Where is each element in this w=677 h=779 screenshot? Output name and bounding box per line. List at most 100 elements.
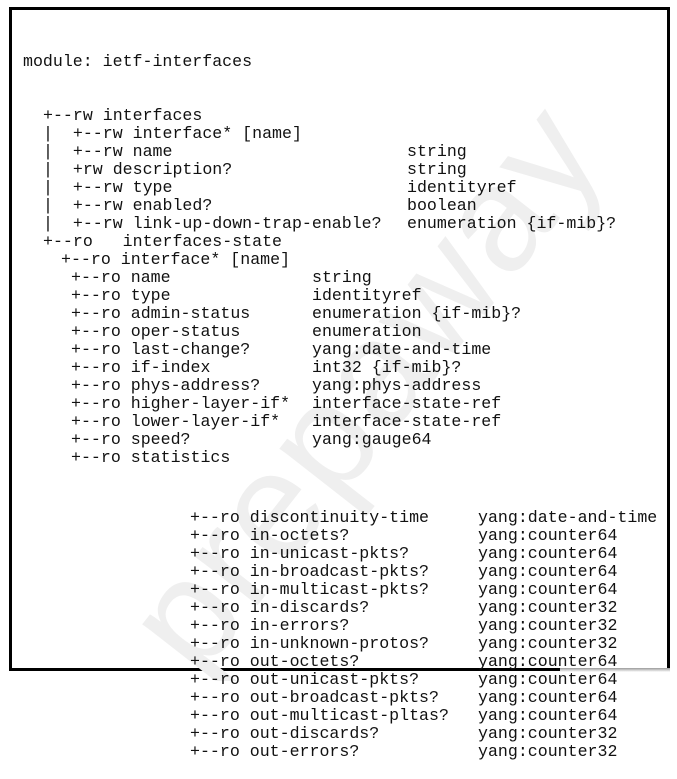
node-type: yang:counter32 [478, 598, 618, 617]
tree-row: +--ro out-multicast-pltas? yang:counter64 [23, 707, 617, 725]
tree-row: | +--rw interface* [name] [23, 125, 302, 143]
node-type: yang:counter64 [478, 526, 618, 545]
tree-row: | +rw description? string [23, 161, 467, 179]
node-name: +--ro in-broadcast-pkts? [190, 562, 429, 581]
node-type: interface-state-ref [312, 394, 502, 413]
node-name: +--ro speed? [71, 430, 191, 449]
node-name: +--ro in-discards? [190, 598, 370, 617]
tree-row: +--ro in-multicast-pkts? yang:counter64 [23, 581, 617, 599]
node-name: +--ro out-discards? [190, 724, 380, 743]
node-name: +--ro in-multicast-pkts? [190, 580, 429, 599]
tree-row: | +--rw name string [23, 143, 467, 161]
node-name: +--ro out-octets? [190, 652, 360, 671]
tree-row: +--ro type identityref [23, 287, 422, 305]
tree-row: +--ro interfaces-state [23, 233, 282, 251]
tree-row: +--ro in-errors? yang:counter32 [23, 617, 617, 635]
node-name: +--ro in-errors? [190, 616, 350, 635]
node-type: yang:gauge64 [312, 430, 432, 449]
config-tree: +--rw interfaces | +--rw interface* [name… [23, 107, 616, 467]
node-name: +--ro interface* [name] [61, 250, 291, 269]
node-type: yang:counter32 [478, 724, 618, 743]
tree-row: +--ro out-unicast-pkts? yang:counter64 [23, 671, 617, 689]
node-name: +--ro last-change? [71, 340, 251, 359]
tree-row: +--ro phys-address? yang:phys-address [23, 377, 481, 395]
node-name: +--ro in-unicast-pkts? [190, 544, 410, 563]
node-type: yang:counter64 [478, 670, 618, 689]
node-name: +--ro higher-layer-if* [71, 394, 291, 413]
node-name: +--ro name [71, 268, 171, 287]
tree-row: +--ro oper-status enumeration [23, 323, 422, 341]
module-header-text: module: ietf-interfaces [23, 52, 253, 71]
node-name: | +rw description? [43, 160, 233, 179]
tree-row: | +--rw type identityref [23, 179, 517, 197]
tree-row: +--ro discontinuity-time yang:date-and-ti… [23, 509, 657, 527]
tree-row: +--ro statistics [23, 449, 230, 467]
node-type: enumeration {if-mib}? [407, 214, 617, 233]
node-name: +--ro in-unknown-protos? [190, 634, 429, 653]
node-name: +--ro out-multicast-pltas? [190, 706, 449, 725]
statistics-tree: +--ro discontinuity-time yang:date-and-ti… [23, 509, 657, 761]
node-name: +--ro lower-layer-if* [71, 412, 281, 431]
node-name: +--ro in-octets? [190, 526, 350, 545]
tree-row: +--ro lower-layer-if* interface-state-ref [23, 413, 501, 431]
yang-tree: module: ietf-interfaces +--rw interfaces… [23, 17, 657, 779]
node-type: identityref [407, 178, 517, 197]
module-header: module: ietf-interfaces [23, 53, 252, 71]
node-type: yang:counter32 [478, 742, 618, 761]
tree-row: +--ro out-errors? yang:counter32 [23, 743, 617, 761]
node-type: string [407, 142, 467, 161]
node-type: yang:counter32 [478, 634, 618, 653]
node-type: yang:date-and-time [478, 508, 658, 527]
tree-row: +--ro last-change? yang:date-and-time [23, 341, 491, 359]
node-name: | +--rw link-up-down-trap-enable? [43, 214, 382, 233]
tree-row: +--ro name string [23, 269, 372, 287]
node-type: yang:counter64 [478, 580, 618, 599]
tree-row: +--ro in-octets? yang:counter64 [23, 527, 617, 545]
node-type: yang:counter64 [478, 562, 618, 581]
node-name: | +--rw interface* [name] [43, 124, 302, 143]
node-name: +--ro admin-status [71, 304, 251, 323]
node-type: yang:counter32 [478, 616, 618, 635]
tree-row: +--ro out-octets? yang:counter64 [23, 653, 617, 671]
tree-row: +--ro in-broadcast-pkts? yang:counter64 [23, 563, 617, 581]
node-name: +--ro oper-status [71, 322, 241, 341]
tree-row: +--ro in-unicast-pkts? yang:counter64 [23, 545, 617, 563]
tree-row: +--ro out-discards? yang:counter32 [23, 725, 617, 743]
node-type: identityref [312, 286, 422, 305]
node-name: | +--rw type [43, 178, 173, 197]
node-name: | +--rw name [43, 142, 173, 161]
node-name: +--ro discontinuity-time [190, 508, 429, 527]
node-type: string [312, 268, 372, 287]
tree-row: +--ro in-unknown-protos? yang:counter32 [23, 635, 617, 653]
node-type: string [407, 160, 467, 179]
node-type: boolean [407, 196, 477, 215]
node-name: +--ro type [71, 286, 171, 305]
tree-row: +--ro if-index int32 {if-mib}? [23, 359, 461, 377]
node-name: +--rw interfaces [43, 106, 203, 125]
tree-row: +--rw interfaces [23, 107, 202, 125]
node-name: | +--rw enabled? [43, 196, 213, 215]
node-type: yang:counter64 [478, 652, 618, 671]
tree-row: | +--rw enabled? boolean [23, 197, 477, 215]
node-type: enumeration [312, 322, 422, 341]
tree-row: +--ro speed? yang:gauge64 [23, 431, 432, 449]
node-type: interface-state-ref [312, 412, 502, 431]
node-type: yang:phys-address [312, 376, 482, 395]
tree-row: +--ro admin-status enumeration {if-mib}? [23, 305, 521, 323]
node-type: yang:date-and-time [312, 340, 492, 359]
node-type: yang:counter64 [478, 688, 618, 707]
tree-row: +--ro in-discards? yang:counter32 [23, 599, 617, 617]
node-name: +--ro out-unicast-pkts? [190, 670, 420, 689]
node-name: +--ro if-index [71, 358, 211, 377]
node-type: int32 {if-mib}? [312, 358, 462, 377]
tree-row: | +--rw link-up-down-trap-enable? enumera… [23, 215, 616, 233]
tree-row: +--ro interface* [name] [23, 251, 290, 269]
node-name: +--ro statistics [71, 448, 231, 467]
tree-row: +--ro higher-layer-if* interface-state-re… [23, 395, 501, 413]
node-name: +--ro out-errors? [190, 742, 360, 761]
node-type: yang:counter64 [478, 544, 618, 563]
node-name: +--ro phys-address? [71, 376, 261, 395]
node-type: yang:counter64 [478, 706, 618, 725]
tree-row: +--ro out-broadcast-pkts? yang:counter64 [23, 689, 617, 707]
node-name: +--ro out-broadcast-pkts? [190, 688, 439, 707]
